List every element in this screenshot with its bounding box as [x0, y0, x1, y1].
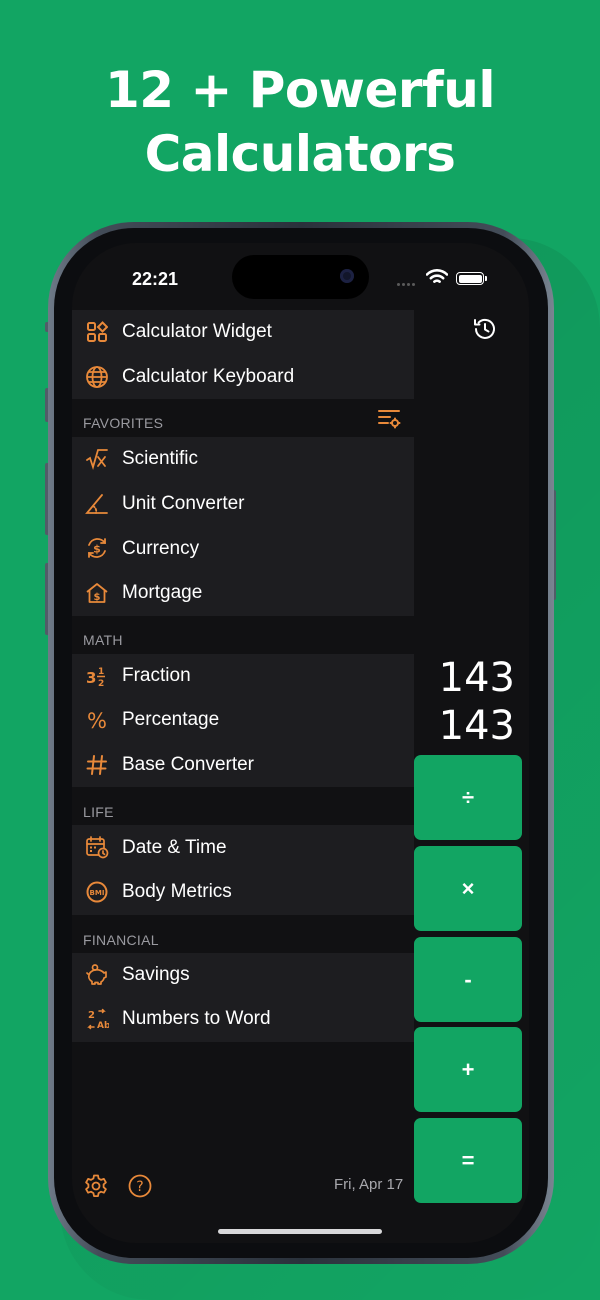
divide-button[interactable]: ÷ — [414, 755, 522, 840]
menu-item-label: Savings — [122, 963, 190, 985]
menu-item-savings[interactable]: Savings — [72, 953, 414, 998]
fraction-icon: 31 2 — [85, 664, 109, 688]
house-dollar-icon: $ — [85, 581, 109, 605]
section-life: Date & Time BMI Body Metrics — [72, 825, 414, 915]
history-icon[interactable] — [472, 316, 498, 342]
menu-item-scientific[interactable]: Scientific — [72, 437, 414, 482]
section-header-life: LIFE — [72, 787, 414, 826]
angle-icon — [85, 492, 109, 516]
sqrt-x-icon — [85, 447, 109, 471]
svg-text:%: % — [87, 709, 107, 732]
menu-item-label: Numbers to Word — [122, 1008, 271, 1030]
widget-icon — [85, 320, 109, 344]
menu-item-label: Calculator Keyboard — [122, 365, 295, 387]
svg-text:?: ? — [136, 1179, 143, 1195]
menu-item-calculator-keyboard[interactable]: Calculator Keyboard — [72, 355, 414, 400]
section-title: FAVORITES — [83, 415, 164, 432]
display-result: 143 — [438, 703, 515, 749]
display-expression: 143 — [438, 655, 515, 701]
section-title: MATH — [83, 631, 123, 648]
menu-item-mortgage[interactable]: $ Mortgage — [72, 571, 414, 616]
svg-text:$: $ — [94, 592, 101, 603]
menu-item-numbers-to-word[interactable]: 2 Ab Numbers to Word — [72, 997, 414, 1042]
menu-item-date-time[interactable]: Date & Time — [72, 825, 414, 870]
menu-item-fraction[interactable]: 31 2 Fraction — [72, 654, 414, 699]
piggy-bank-icon — [85, 963, 109, 987]
menu-item-label: Calculator Widget — [122, 321, 272, 343]
phone-screen: 22:21 Calculator Widget Calculator Keybo… — [72, 243, 529, 1243]
status-bar: 22:21 — [72, 243, 529, 311]
menu-item-currency[interactable]: $ Currency — [72, 526, 414, 571]
menu-item-label: Unit Converter — [122, 493, 245, 515]
menu-item-percentage[interactable]: % Percentage — [72, 698, 414, 743]
numbers-to-word-icon: 2 Ab — [85, 1007, 109, 1031]
menu-item-base-converter[interactable]: Base Converter — [72, 743, 414, 788]
menu-item-label: Body Metrics — [122, 881, 232, 903]
section-financial: Savings 2 Ab Numbers to Word — [72, 952, 414, 1042]
svg-text:Ab: Ab — [97, 1021, 109, 1031]
menu-item-body-metrics[interactable]: BMI Body Metrics — [72, 870, 414, 915]
section-favorites: Scientific Unit Converter $ Currency $ M… — [72, 437, 414, 616]
section-header-math: MATH — [72, 615, 414, 654]
section-title: LIFE — [83, 804, 114, 821]
svg-text:BMI: BMI — [90, 889, 105, 897]
calendar-clock-icon — [85, 835, 109, 859]
menu-item-calculator-widget[interactable]: Calculator Widget — [72, 310, 414, 355]
headline-line-2: Calculators — [144, 125, 456, 183]
add-button[interactable]: + — [414, 1027, 522, 1112]
wifi-icon — [426, 269, 448, 283]
menu-item-label: Currency — [122, 537, 200, 559]
equals-button[interactable]: = — [414, 1118, 522, 1203]
svg-text:3: 3 — [86, 669, 96, 687]
menu-item-label: Mortgage — [122, 582, 203, 604]
dynamic-island — [232, 255, 369, 299]
section-title: FINANCIAL — [83, 931, 159, 948]
battery-icon — [456, 272, 487, 285]
camera-icon — [340, 269, 354, 283]
svg-text:1: 1 — [98, 667, 104, 677]
section-header-financial: FINANCIAL — [72, 914, 414, 953]
home-indicator[interactable] — [218, 1229, 382, 1234]
subtract-button[interactable]: - — [414, 937, 522, 1022]
svg-text:$: $ — [93, 543, 101, 556]
section-header-favorites: FAVORITES — [72, 399, 414, 438]
multiply-button[interactable]: × — [414, 846, 522, 931]
svg-text:2: 2 — [98, 679, 104, 688]
help-icon[interactable]: ? — [127, 1173, 153, 1199]
svg-text:2: 2 — [88, 1010, 95, 1021]
cellular-signal-icon — [397, 273, 417, 291]
headline-line-1: 12 + Powerful — [104, 61, 496, 119]
menu-item-label: Base Converter — [122, 754, 255, 776]
currency-exchange-icon: $ — [85, 536, 109, 560]
gear-icon[interactable] — [83, 1173, 109, 1199]
menu-item-unit-converter[interactable]: Unit Converter — [72, 482, 414, 527]
status-time: 22:21 — [132, 269, 179, 289]
globe-icon — [85, 365, 109, 389]
calculator-menu: Calculator Widget Calculator Keyboard FA… — [72, 310, 414, 1042]
percent-icon: % — [85, 708, 109, 732]
menu-top-group: Calculator Widget Calculator Keyboard — [72, 310, 414, 400]
menu-item-label: Fraction — [122, 664, 191, 686]
edit-favorites-icon[interactable] — [377, 406, 401, 430]
section-math: 31 2 Fraction % Percentage Base Converter — [72, 653, 414, 788]
bmi-icon: BMI — [85, 880, 109, 904]
current-date: Fri, Apr 17 — [334, 1176, 404, 1193]
menu-item-label: Percentage — [122, 709, 220, 731]
headline: 12 + Powerful Calculators — [0, 58, 600, 186]
menu-item-label: Scientific — [122, 448, 199, 470]
hash-icon — [85, 753, 109, 777]
menu-item-label: Date & Time — [122, 836, 227, 858]
